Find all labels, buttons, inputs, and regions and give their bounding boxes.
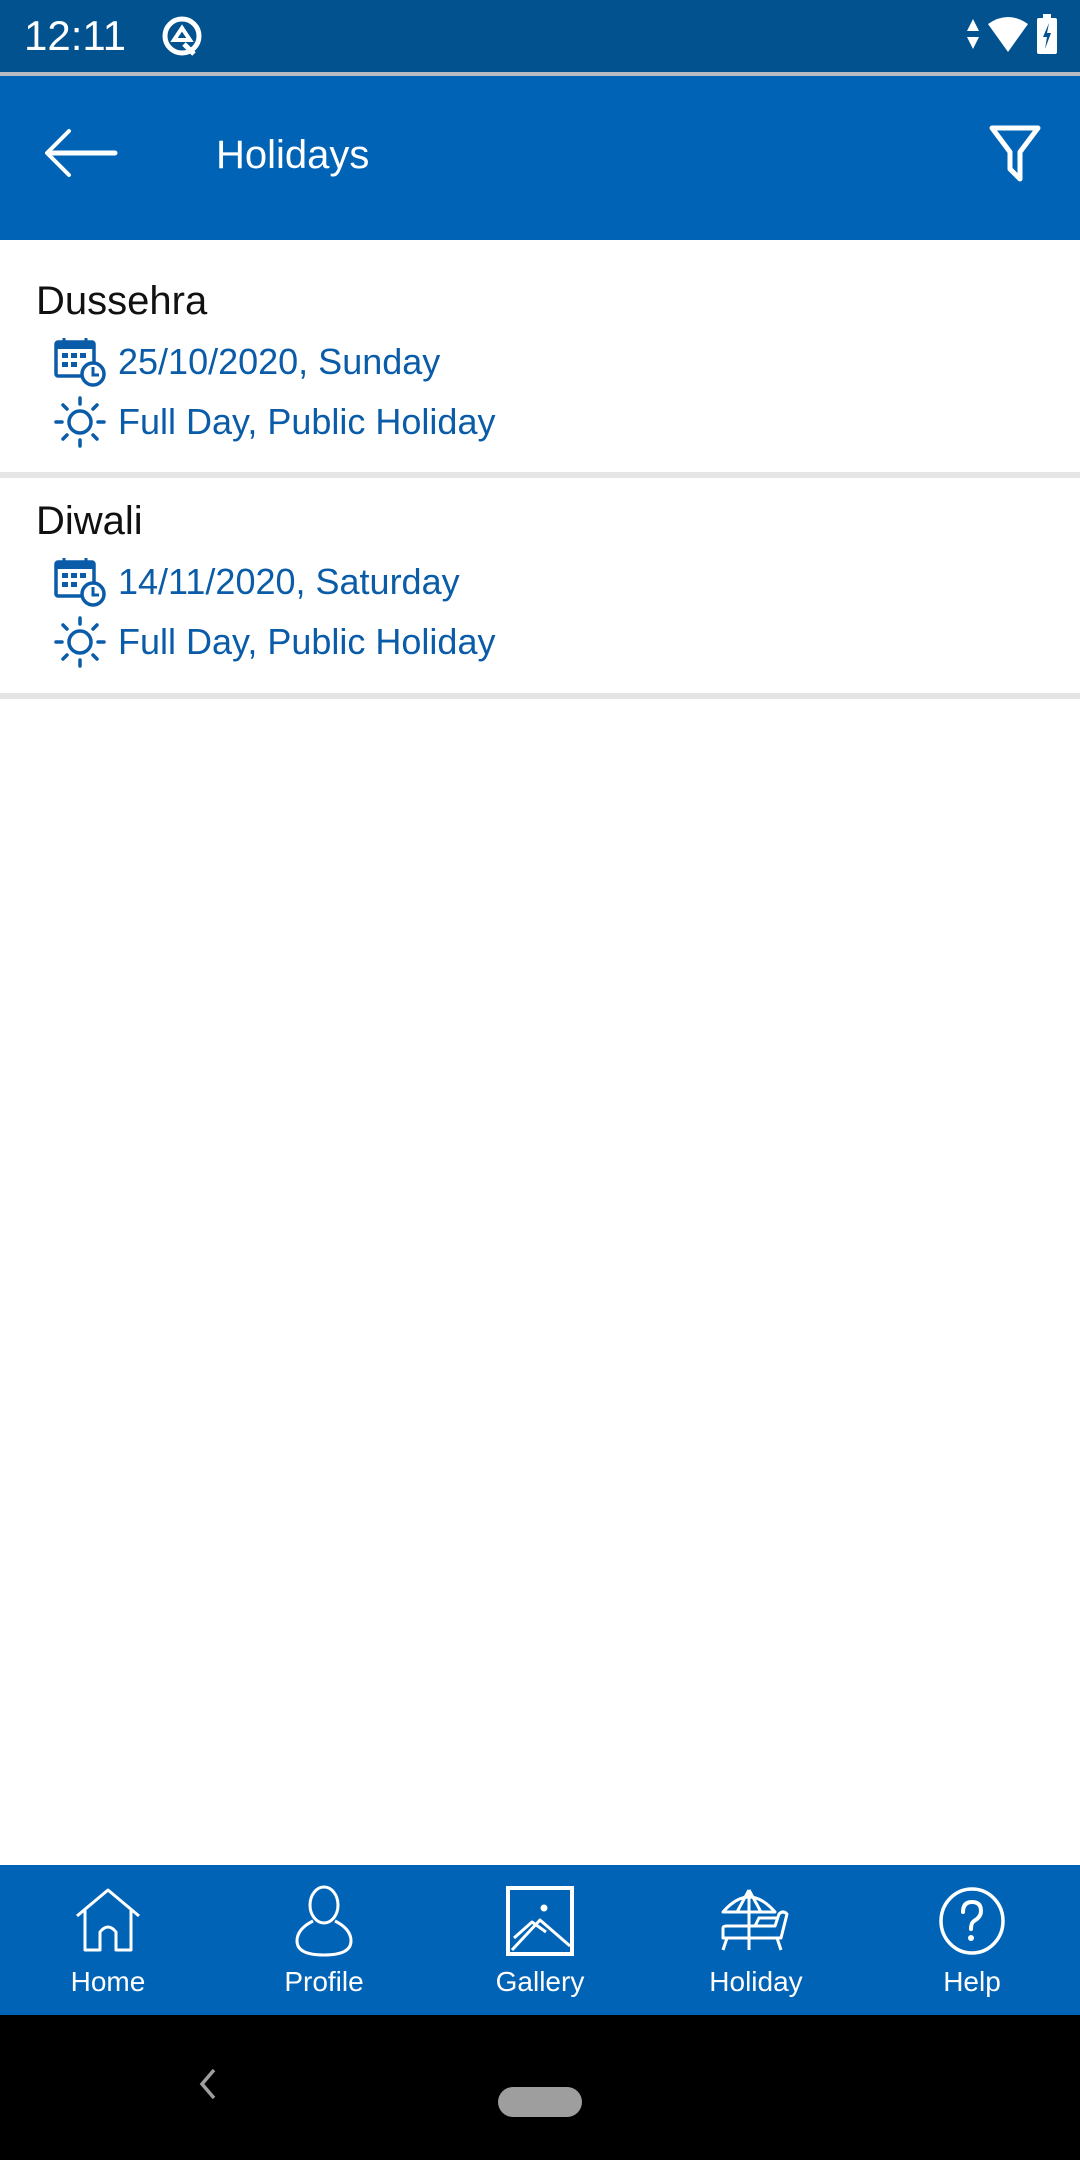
app-bar: Holidays: [0, 76, 1080, 240]
holiday-list: Dussehra 25/10/2020, Sunday Full Day, Pu…: [0, 240, 1080, 699]
status-time: 12:11: [24, 12, 126, 59]
data-arrows-icon: [966, 17, 980, 56]
holiday-type-row: Full Day, Public Holiday: [52, 394, 495, 450]
nav-gallery[interactable]: Gallery: [432, 1865, 648, 2015]
nav-label: Home: [70, 1966, 146, 1997]
back-button[interactable]: [36, 120, 126, 190]
holiday-name: Diwali: [36, 499, 143, 543]
arrow-left-icon: [43, 127, 119, 184]
holiday-date-row: 14/11/2020, Saturday: [52, 554, 460, 610]
nav-label: Help: [943, 1966, 1001, 1997]
calendar-clock-icon: [52, 334, 108, 390]
beach-chair-icon: [716, 1883, 796, 1959]
status-icons: [966, 13, 1058, 59]
nav-profile[interactable]: Profile: [216, 1865, 432, 2015]
nav-label: Profile: [284, 1966, 364, 1997]
holiday-item[interactable]: Diwali 14/11/2020, Saturday Full Day, Pu…: [0, 478, 1080, 693]
calendar-clock-icon: [52, 554, 108, 610]
nav-label: Holiday: [709, 1966, 803, 1997]
bottom-nav: Home Profile Gallery Holiday Help: [0, 1865, 1080, 2015]
holiday-type: Full Day, Public Holiday: [118, 621, 496, 662]
home-icon: [68, 1883, 148, 1959]
holiday-date: 25/10/2020, Sunday: [118, 341, 441, 382]
holiday-item[interactable]: Dussehra 25/10/2020, Sunday Full Day, Pu…: [0, 240, 1080, 472]
sun-icon: [52, 614, 108, 670]
status-bar: 12:11: [0, 0, 1080, 72]
page-title: Holidays: [216, 133, 370, 177]
holiday-type-row: Full Day, Public Holiday: [52, 614, 495, 670]
help-icon: [932, 1883, 1012, 1959]
app-notification-icon: [160, 14, 204, 58]
system-home-pill[interactable]: [498, 2087, 582, 2117]
nav-help[interactable]: Help: [864, 1865, 1080, 2015]
system-nav-bar: [0, 2015, 1080, 2160]
wifi-icon: [986, 14, 1030, 59]
profile-icon: [284, 1883, 364, 1959]
nav-holiday[interactable]: Holiday: [648, 1865, 864, 2015]
list-divider: [0, 693, 1080, 699]
holiday-name: Dussehra: [36, 279, 208, 323]
nav-home[interactable]: Home: [0, 1865, 216, 2015]
chevron-left-icon: [196, 2067, 220, 2106]
holiday-date: 14/11/2020, Saturday: [118, 561, 460, 602]
filter-icon: [989, 125, 1041, 188]
holiday-type: Full Day, Public Holiday: [118, 401, 496, 442]
sun-icon: [52, 394, 108, 450]
nav-label: Gallery: [495, 1966, 585, 1997]
gallery-icon: [500, 1883, 580, 1959]
filter-button[interactable]: [980, 116, 1050, 196]
system-back-button[interactable]: [188, 2061, 228, 2111]
battery-charging-icon: [1036, 13, 1058, 59]
holiday-date-row: 25/10/2020, Sunday: [52, 334, 440, 390]
